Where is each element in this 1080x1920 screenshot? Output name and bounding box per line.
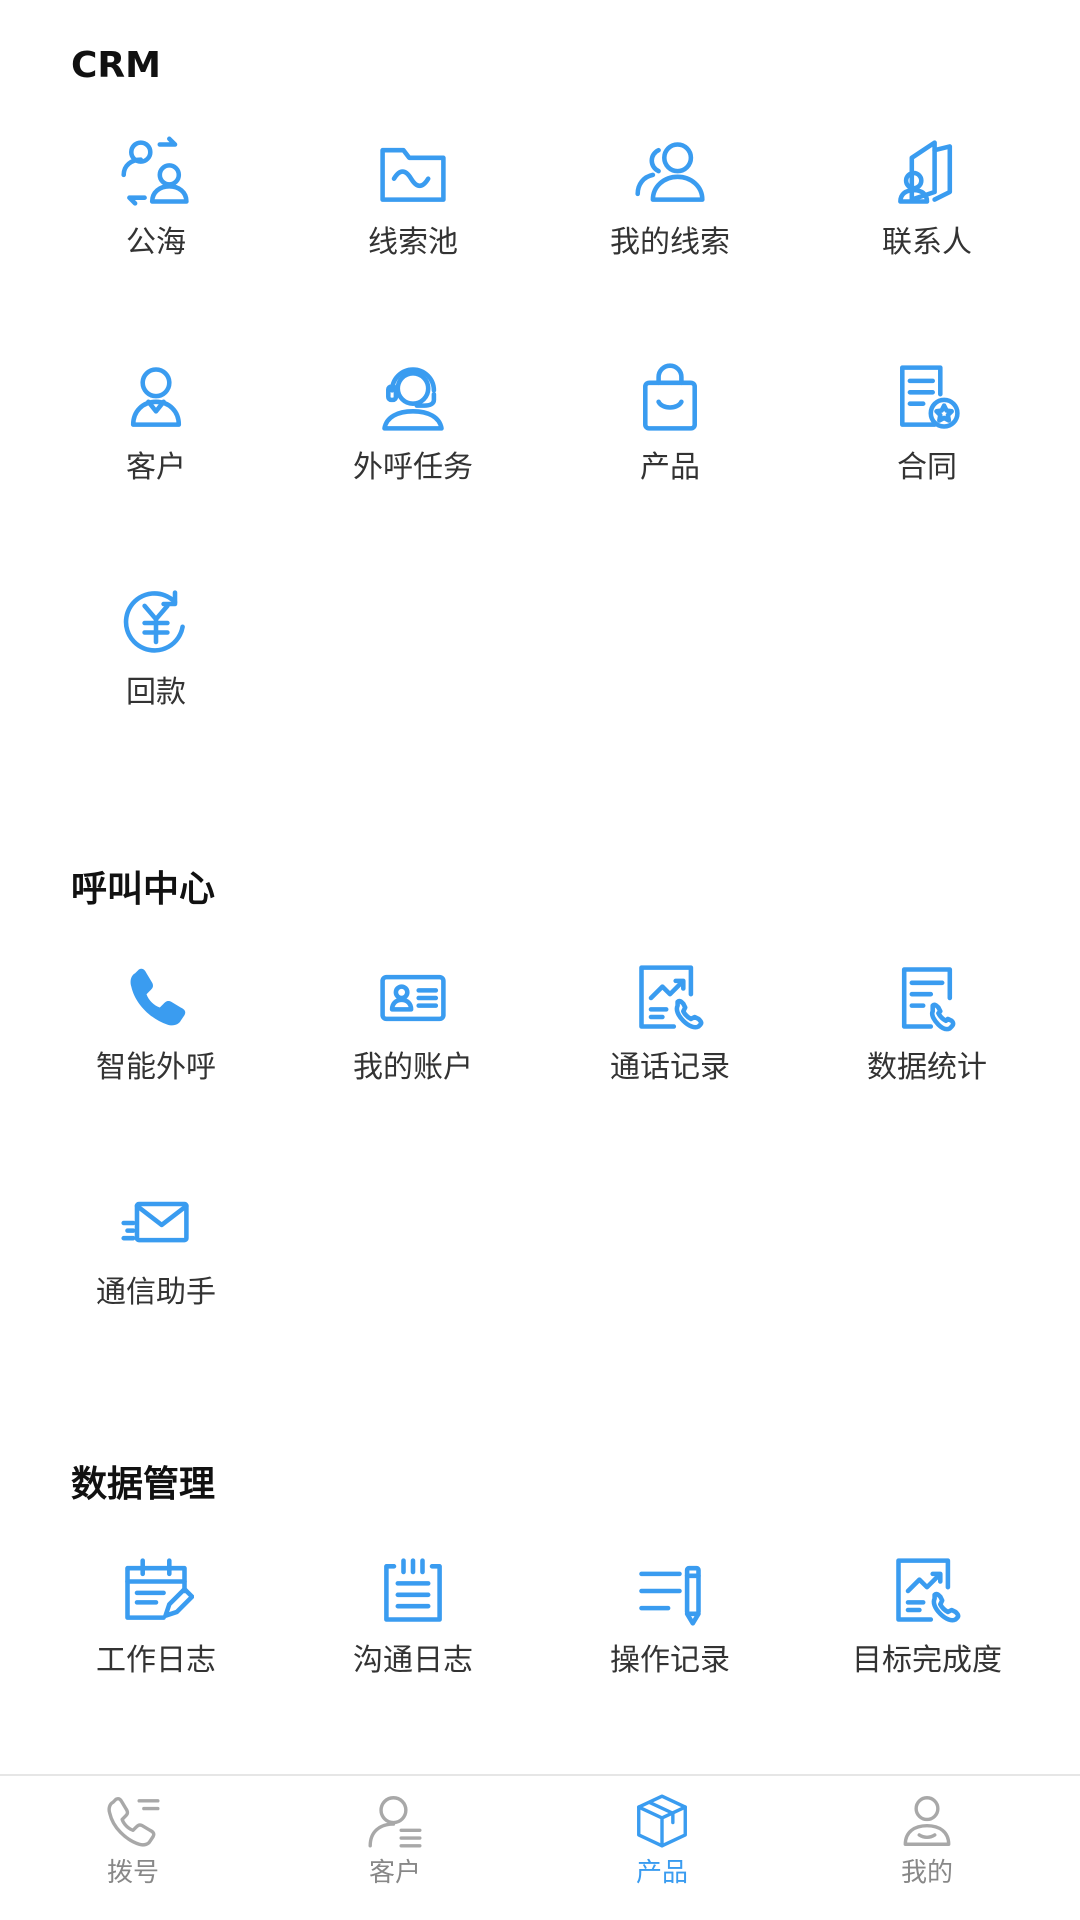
tile-my-clues[interactable]: 我的线索 xyxy=(540,135,800,305)
tile-label: 我的线索 xyxy=(610,225,730,260)
dial-icon xyxy=(102,1790,164,1852)
tile-label: 沟通日志 xyxy=(353,1643,473,1678)
section-title-data-mgmt: 数据管理 xyxy=(71,1464,216,1505)
id-card-icon xyxy=(375,960,451,1036)
phone-icon xyxy=(118,960,194,1036)
users-icon xyxy=(632,135,708,211)
mail-icon xyxy=(118,1185,194,1261)
tab-customer[interactable]: 客户 xyxy=(305,1790,485,1910)
tab-label: 客户 xyxy=(368,1858,421,1888)
tile-smart-call[interactable]: 智能外呼 xyxy=(26,960,286,1130)
customer-list-icon xyxy=(364,1790,426,1852)
tile-contacts[interactable]: 联系人 xyxy=(797,135,1057,305)
tile-operation-log[interactable]: 操作记录 xyxy=(540,1553,800,1723)
tile-customer[interactable]: 客户 xyxy=(26,360,286,530)
profile-icon xyxy=(896,1790,958,1852)
box-icon xyxy=(631,1790,693,1852)
tile-product[interactable]: 产品 xyxy=(540,360,800,530)
tile-label: 产品 xyxy=(640,450,700,485)
tile-clue-pool[interactable]: 线索池 xyxy=(283,135,543,305)
tile-label: 回款 xyxy=(126,675,186,710)
shopping-bag-icon xyxy=(632,360,708,436)
tab-dial[interactable]: 拨号 xyxy=(43,1790,223,1910)
tile-label: 工作日志 xyxy=(96,1643,216,1678)
notepad-icon xyxy=(375,1553,451,1629)
tile-label: 操作记录 xyxy=(610,1643,730,1678)
tile-label: 智能外呼 xyxy=(96,1050,216,1085)
tab-product[interactable]: 产品 xyxy=(572,1790,752,1910)
section-title-call-center: 呼叫中心 xyxy=(71,869,216,910)
bottom-tab-bar: 拨号 客户 产品 我的 xyxy=(0,1774,1080,1920)
tab-mine[interactable]: 我的 xyxy=(837,1790,1017,1910)
tile-label: 合同 xyxy=(897,450,957,485)
tab-label: 我的 xyxy=(900,1858,953,1888)
swap-users-icon xyxy=(118,135,194,211)
tile-work-log[interactable]: 工作日志 xyxy=(26,1553,286,1723)
tile-comm-log[interactable]: 沟通日志 xyxy=(283,1553,543,1723)
folder-wave-icon xyxy=(375,135,451,211)
tile-label: 公海 xyxy=(126,225,186,260)
tile-label: 外呼任务 xyxy=(353,450,473,485)
tile-label: 通话记录 xyxy=(610,1050,730,1085)
document-phone-icon xyxy=(889,960,965,1036)
tile-payment[interactable]: 回款 xyxy=(26,585,286,755)
tile-call-task[interactable]: 外呼任务 xyxy=(283,360,543,530)
tile-comm-assistant[interactable]: 通信助手 xyxy=(26,1185,286,1355)
tile-label: 我的账户 xyxy=(353,1050,473,1085)
headset-icon xyxy=(375,360,451,436)
chart-phone-icon xyxy=(889,1553,965,1629)
contract-icon xyxy=(889,360,965,436)
tile-label: 客户 xyxy=(126,450,186,485)
list-pen-icon xyxy=(632,1553,708,1629)
tile-label: 目标完成度 xyxy=(852,1643,1002,1678)
tile-label: 联系人 xyxy=(882,225,972,260)
tile-goal-completion[interactable]: 目标完成度 xyxy=(797,1553,1057,1723)
tile-label: 数据统计 xyxy=(867,1050,987,1085)
tile-my-account[interactable]: 我的账户 xyxy=(283,960,543,1130)
calendar-edit-icon xyxy=(118,1553,194,1629)
tile-gonghai[interactable]: 公海 xyxy=(26,135,286,305)
tile-call-records[interactable]: 通话记录 xyxy=(540,960,800,1130)
tab-label: 拨号 xyxy=(106,1858,159,1888)
section-title-crm: CRM xyxy=(71,45,161,86)
customer-icon xyxy=(118,360,194,436)
chart-phone-icon xyxy=(632,960,708,1036)
tile-contract[interactable]: 合同 xyxy=(797,360,1057,530)
yuan-refund-icon xyxy=(118,585,194,661)
tab-label: 产品 xyxy=(635,1858,688,1888)
tile-label: 通信助手 xyxy=(96,1275,216,1310)
tile-data-stats[interactable]: 数据统计 xyxy=(797,960,1057,1130)
contact-cards-icon xyxy=(889,135,965,211)
app-page: CRM 公海 线索池 我的线索 联系人 客户 外呼任务 产品 合同 回款 呼叫中… xyxy=(0,0,1080,1920)
tile-label: 线索池 xyxy=(368,225,458,260)
